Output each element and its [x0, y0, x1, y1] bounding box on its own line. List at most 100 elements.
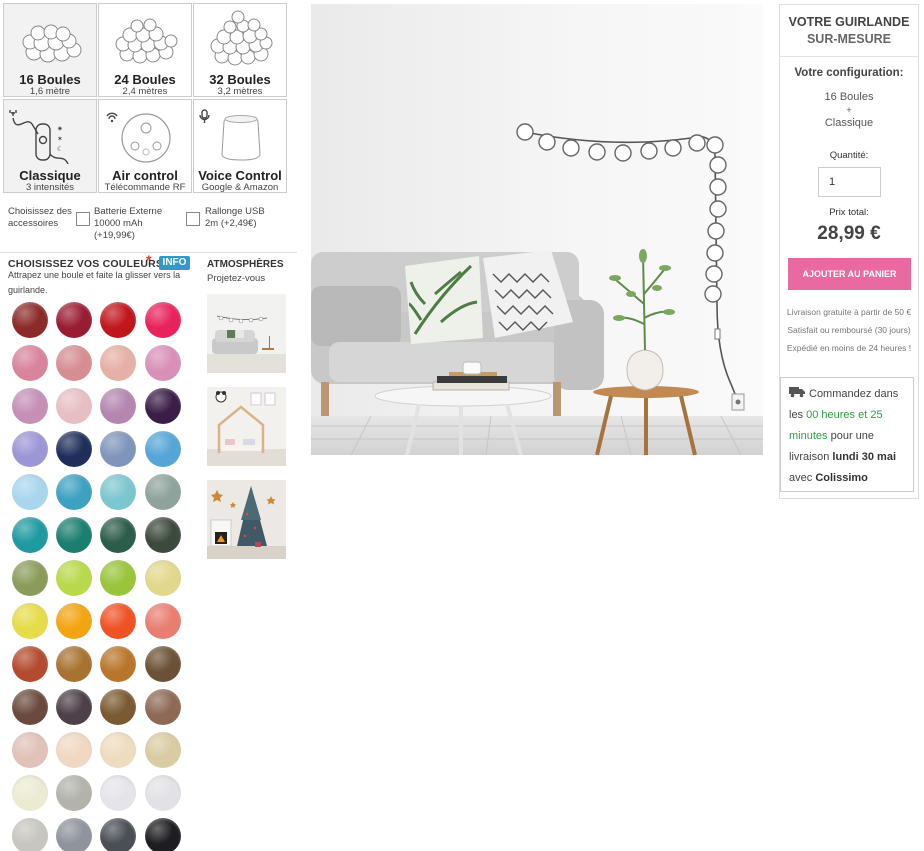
color-ball-swatch[interactable]: [56, 431, 92, 467]
option-32-balls[interactable]: 32 Boules 3,2 mètres: [193, 3, 287, 97]
summary-subtitle: SUR-MESURE: [806, 32, 892, 46]
color-ball-swatch[interactable]: [56, 646, 92, 682]
configuration-line: Classique: [824, 117, 874, 129]
color-ball-swatch[interactable]: [100, 345, 136, 381]
garland-bundle-icon: [22, 24, 82, 63]
color-ball-swatch[interactable]: [145, 345, 181, 381]
delivery-date: lundi 30 mai: [832, 451, 896, 463]
option-subtitle: Télécommande RF: [104, 182, 186, 193]
color-ball-swatch[interactable]: [56, 345, 92, 381]
color-ball-swatch[interactable]: [145, 560, 181, 596]
color-ball-swatch[interactable]: [100, 302, 136, 338]
option-subtitle: Google & Amazon: [201, 182, 279, 193]
color-ball-swatch[interactable]: [12, 302, 48, 338]
color-ball-swatch[interactable]: [100, 603, 136, 639]
color-ball-swatch[interactable]: [100, 732, 136, 768]
atmosphere-kids-room[interactable]: [207, 387, 286, 466]
color-ball-swatch[interactable]: [145, 689, 181, 725]
accessories-label: Choisissez des accessoires: [8, 206, 72, 229]
atmospheres-subtitle: Projetez-vous: [207, 273, 266, 284]
color-ball-swatch[interactable]: [100, 474, 136, 510]
color-ball-swatch[interactable]: [145, 603, 181, 639]
free-shipping-note: Livraison gratuite à partir de 50 €: [786, 307, 912, 317]
option-title: 24 Boules: [114, 72, 176, 87]
color-ball-swatch[interactable]: [12, 646, 48, 682]
color-ball-swatch[interactable]: [56, 818, 92, 851]
option-title: Air control: [112, 168, 178, 183]
configurator-panel: 16 Boules 1,6 mètre 24 Boules 2,4 mètres: [0, 0, 297, 851]
color-ball-swatch[interactable]: [145, 517, 181, 553]
color-ball-swatch[interactable]: [145, 302, 181, 338]
quantity-input[interactable]: 1: [818, 167, 881, 197]
color-ball-swatch[interactable]: [12, 560, 48, 596]
option-16-balls[interactable]: 16 Boules 1,6 mètre: [3, 3, 97, 97]
color-ball-swatch[interactable]: [56, 388, 92, 424]
configuration-label: Votre configuration:: [794, 67, 904, 79]
color-ball-swatch[interactable]: [100, 775, 136, 811]
color-ball-swatch[interactable]: [100, 646, 136, 682]
dispatch-note: Expédié en moins de 24 heures !: [786, 343, 912, 353]
color-ball-swatch[interactable]: [12, 517, 48, 553]
color-ball-swatch[interactable]: [56, 732, 92, 768]
color-ball-swatch[interactable]: [12, 345, 48, 381]
color-ball-swatch[interactable]: [56, 302, 92, 338]
option-24-balls[interactable]: 24 Boules 2,4 mètres: [98, 3, 192, 97]
color-ball-swatch[interactable]: [100, 517, 136, 553]
color-ball-swatch[interactable]: [100, 689, 136, 725]
option-air-control[interactable]: Air control Télécommande RF: [98, 99, 192, 193]
color-ball-swatch[interactable]: [12, 474, 48, 510]
color-ball-swatch[interactable]: [56, 775, 92, 811]
option-subtitle: 2,4 mètres: [122, 86, 168, 97]
garland-bundle-icon: [115, 18, 178, 64]
option-title: 16 Boules: [19, 72, 81, 87]
color-ball-swatch[interactable]: [145, 732, 181, 768]
option-classique[interactable]: ✷ ✶ ☾ Classique 3 intensités: [3, 99, 97, 193]
colors-help-text: Attrapez une boule et faite la glisser v…: [8, 270, 181, 295]
color-ball-swatch[interactable]: [12, 732, 48, 768]
color-ball-swatch[interactable]: [56, 474, 92, 510]
total-price: 28,99 €: [817, 223, 881, 244]
option-voice-control[interactable]: Voice Control Google & Amazon: [193, 99, 287, 193]
price-label: Prix total:: [829, 207, 869, 218]
shipping-text: avec: [789, 472, 813, 484]
truck-icon: [789, 387, 805, 398]
color-ball-swatch[interactable]: [56, 603, 92, 639]
color-ball-swatch[interactable]: [12, 818, 48, 851]
color-ball-swatch[interactable]: [100, 388, 136, 424]
color-ball-swatch[interactable]: [12, 388, 48, 424]
quantity-label: Quantité:: [829, 150, 869, 161]
color-ball-swatch[interactable]: [145, 775, 181, 811]
color-ball-swatch[interactable]: [12, 603, 48, 639]
color-ball-swatch[interactable]: [145, 431, 181, 467]
add-to-cart-button[interactable]: AJOUTER AU PANIER: [788, 258, 911, 290]
living-room-scene: [311, 4, 763, 455]
color-ball-swatch[interactable]: [100, 431, 136, 467]
inline-switch-icon: ✷ ✶ ☾: [9, 110, 69, 164]
color-ball-swatch[interactable]: [145, 388, 181, 424]
usb-extension-checkbox[interactable]: [186, 212, 200, 226]
color-ball-swatch[interactable]: [145, 818, 181, 851]
color-ball-swatch[interactable]: [12, 431, 48, 467]
delivery-countdown-box: Commandez dans les 00 heures et 25 minut…: [780, 377, 914, 492]
atmosphere-living-room[interactable]: [207, 294, 286, 373]
battery-checkbox[interactable]: [76, 212, 90, 226]
product-photo[interactable]: [311, 4, 763, 455]
svg-text:✷: ✷: [57, 125, 63, 133]
option-title: 32 Boules: [209, 72, 271, 87]
option-title: Voice Control: [198, 168, 282, 183]
color-ball-swatch[interactable]: [100, 560, 136, 596]
color-ball-swatch[interactable]: [56, 560, 92, 596]
color-ball-swatch[interactable]: [56, 517, 92, 553]
atmospheres-title: ATMOSPHÈRES: [207, 259, 284, 270]
smart-speaker-icon: [199, 109, 261, 161]
carrier-name: Colissimo: [815, 472, 868, 484]
option-title: Classique: [19, 168, 81, 183]
color-ball-swatch[interactable]: [145, 646, 181, 682]
color-ball-swatch[interactable]: [56, 689, 92, 725]
color-ball-swatch[interactable]: [145, 474, 181, 510]
color-ball-swatch[interactable]: [100, 818, 136, 851]
option-subtitle: 3,2 mètres: [217, 86, 263, 97]
atmosphere-christmas[interactable]: [207, 480, 286, 559]
color-ball-swatch[interactable]: [12, 775, 48, 811]
color-ball-swatch[interactable]: [12, 689, 48, 725]
